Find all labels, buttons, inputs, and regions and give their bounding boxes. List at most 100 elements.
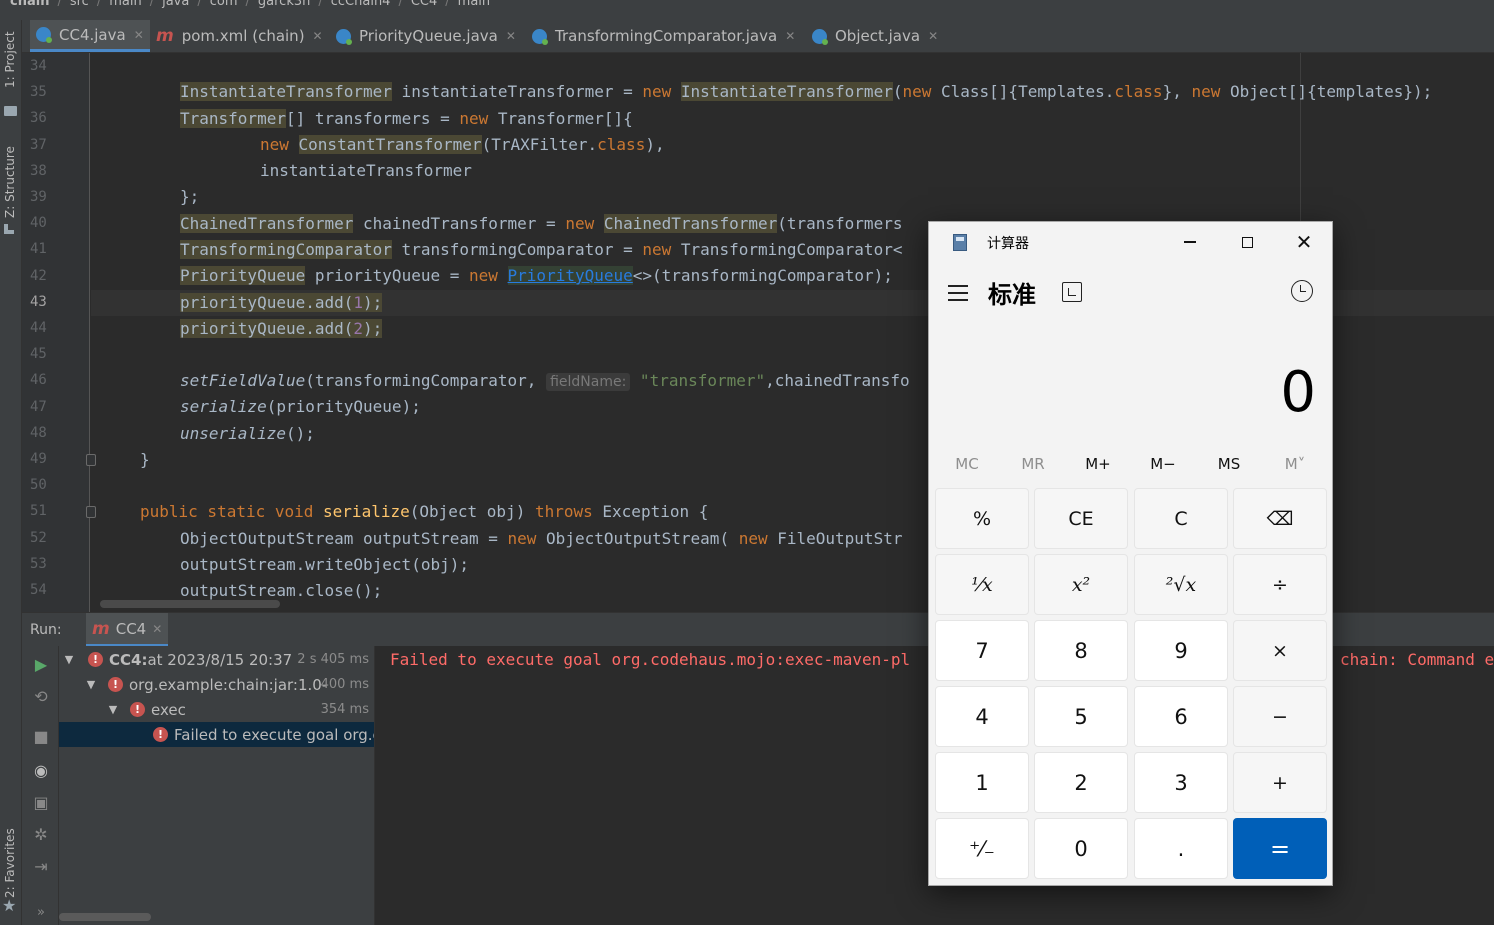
digit-3-button[interactable]: 3 (1134, 752, 1228, 813)
chevron-down-icon[interactable]: ▼ (106, 703, 120, 716)
code-line-39[interactable]: }; (180, 184, 199, 210)
chevron-down-icon[interactable]: ▼ (62, 653, 76, 666)
fold-marker-icon[interactable] (86, 454, 96, 466)
percent-button[interactable]: % (935, 488, 1029, 549)
tree-item-cc4[interactable]: ▼ ! CC4: at 2023/8/15 20:37 2 s 405 ms (59, 647, 374, 672)
line-number: 38 (30, 162, 47, 179)
minus-button[interactable]: − (1233, 686, 1327, 747)
close-icon[interactable]: ✕ (506, 29, 516, 43)
memory-add-button[interactable]: M+ (1066, 444, 1130, 484)
memory-subtract-button[interactable]: M− (1131, 444, 1195, 484)
breadcrumb-item[interactable]: chain (10, 0, 49, 9)
chevron-down-icon[interactable]: ▼ (84, 678, 98, 691)
close-icon[interactable]: ✕ (785, 29, 795, 43)
breadcrumb-item[interactable]: java (162, 0, 189, 9)
close-icon[interactable]: ✕ (134, 28, 144, 42)
memory-recall-button[interactable]: MR (1001, 444, 1065, 484)
code-line-42[interactable]: PriorityQueue priorityQueue = new Priori… (180, 263, 893, 289)
negate-button[interactable]: ⁺⁄₋ (935, 818, 1029, 879)
minimize-icon (1184, 241, 1196, 243)
tab-priorityqueue-java[interactable]: PriorityQueue.java ✕ (336, 20, 526, 52)
exit-icon[interactable]: ⇥ (31, 856, 51, 876)
breadcrumb-item[interactable]: main (458, 0, 490, 9)
minimize-button[interactable] (1162, 222, 1218, 262)
digit-4-button[interactable]: 4 (935, 686, 1029, 747)
code-line-35[interactable]: InstantiateTransformer instantiateTransf… (180, 79, 1432, 105)
memory-store-button[interactable]: MS (1197, 444, 1261, 484)
tree-item-failed-goal[interactable]: ! Failed to execute goal org.c (59, 722, 374, 747)
favorites-tool-button[interactable]: 2: Favorites ★ (0, 812, 22, 922)
square-root-button[interactable]: ²√x (1134, 554, 1228, 615)
digit-2-button[interactable]: 2 (1034, 752, 1128, 813)
digit-6-button[interactable]: 6 (1134, 686, 1228, 747)
divide-button[interactable]: ÷ (1233, 554, 1327, 615)
decimal-button[interactable]: . (1134, 818, 1228, 879)
tree-item-artifact[interactable]: ▼ ! org.example:chain:jar:1.0- 400 ms (59, 672, 374, 697)
digit-1-button[interactable]: 1 (935, 752, 1029, 813)
code-line-38[interactable]: instantiateTransformer (260, 158, 472, 184)
code-line-53[interactable]: outputStream.writeObject(obj); (180, 552, 469, 578)
tab-cc4-java[interactable]: CC4.java ✕ (30, 20, 150, 52)
code-line-36[interactable]: Transformer[] transformers = new Transfo… (180, 106, 633, 132)
tab-object-java[interactable]: Object.java ✕ (812, 20, 942, 52)
code-line-49[interactable]: } (140, 447, 150, 473)
structure-tool-button[interactable]: Z: Structure (0, 132, 22, 234)
breadcrumb-item[interactable]: main (109, 0, 141, 9)
memory-list-button[interactable]: M˅ (1263, 444, 1327, 484)
code-line-37[interactable]: new ConstantTransformer(TrAXFilter.class… (260, 132, 665, 158)
line-number: 49 (30, 451, 47, 467)
memory-clear-button[interactable]: MC (935, 444, 999, 484)
close-button[interactable]: ✕ (1276, 222, 1332, 262)
rerun-icon[interactable]: ▶ (31, 654, 51, 674)
stop-icon[interactable]: ■ (31, 726, 51, 746)
multiply-button[interactable]: × (1233, 620, 1327, 681)
breadcrumb-item[interactable]: garck3h (258, 0, 310, 9)
keep-on-top-icon[interactable] (1062, 282, 1082, 302)
hamburger-menu-icon[interactable] (947, 282, 969, 304)
backspace-button[interactable]: ⌫ (1233, 488, 1327, 549)
tree-horizontal-scrollbar[interactable] (59, 913, 151, 921)
maximize-button[interactable] (1219, 222, 1275, 262)
reciprocal-button[interactable]: ¹⁄x (935, 554, 1029, 615)
calculator-titlebar[interactable]: 计算器 ✕ (929, 222, 1332, 262)
digit-9-button[interactable]: 9 (1134, 620, 1228, 681)
equals-button[interactable]: = (1233, 818, 1327, 879)
breadcrumb-item[interactable]: src (70, 0, 89, 9)
tab-transformingcomparator-java[interactable]: TransformingComparator.java ✕ (532, 20, 798, 52)
breadcrumb-item[interactable]: ccChain4 (331, 0, 391, 9)
editor-horizontal-scrollbar[interactable] (100, 600, 280, 608)
digit-8-button[interactable]: 8 (1034, 620, 1128, 681)
breadcrumb-item[interactable]: com (210, 0, 238, 9)
code-line-47[interactable]: serialize(priorityQueue); (180, 394, 421, 420)
breadcrumb-item[interactable]: CC4 (411, 0, 437, 9)
more-icon[interactable]: » (31, 902, 51, 922)
project-tool-button[interactable]: 1: Project (0, 30, 22, 120)
code-line-46[interactable]: setFieldValue(transformingComparator, fi… (180, 368, 910, 394)
code-line-41[interactable]: TransformingComparator transformingCompa… (180, 237, 902, 263)
code-line-52[interactable]: ObjectOutputStream outputStream = new Ob… (180, 526, 902, 552)
close-icon[interactable]: ✕ (928, 29, 938, 43)
camera-icon[interactable]: ▣ (31, 792, 51, 812)
square-button[interactable]: x² (1034, 554, 1128, 615)
code-line-44[interactable]: priorityQueue.add(2); (180, 316, 383, 342)
settings-icon[interactable]: ✲ (31, 824, 51, 844)
close-icon[interactable]: ✕ (313, 29, 323, 43)
close-icon[interactable]: ✕ (152, 622, 162, 636)
code-line-48[interactable]: unserialize(); (180, 421, 315, 447)
code-line-51[interactable]: public static void serialize(Object obj)… (140, 499, 708, 525)
run-tab-cc4[interactable]: m CC4 ✕ (86, 613, 169, 647)
digit-7-button[interactable]: 7 (935, 620, 1029, 681)
fold-marker-icon[interactable] (86, 506, 96, 518)
eye-icon[interactable]: ◉ (31, 760, 51, 780)
clear-button[interactable]: C (1134, 488, 1228, 549)
tab-pom-xml[interactable]: m pom.xml (chain) ✕ (156, 20, 328, 52)
plus-button[interactable]: + (1233, 752, 1327, 813)
history-icon[interactable] (1291, 280, 1313, 302)
clear-entry-button[interactable]: CE (1034, 488, 1128, 549)
code-line-40[interactable]: ChainedTransformer chainedTransformer = … (180, 211, 902, 237)
digit-5-button[interactable]: 5 (1034, 686, 1128, 747)
digit-0-button[interactable]: 0 (1034, 818, 1128, 879)
code-line-43[interactable]: priorityQueue.add(1); (180, 290, 383, 316)
debug-icon[interactable]: ⟲ (31, 686, 51, 706)
tree-item-exec[interactable]: ▼ ! exec 354 ms (59, 697, 374, 722)
